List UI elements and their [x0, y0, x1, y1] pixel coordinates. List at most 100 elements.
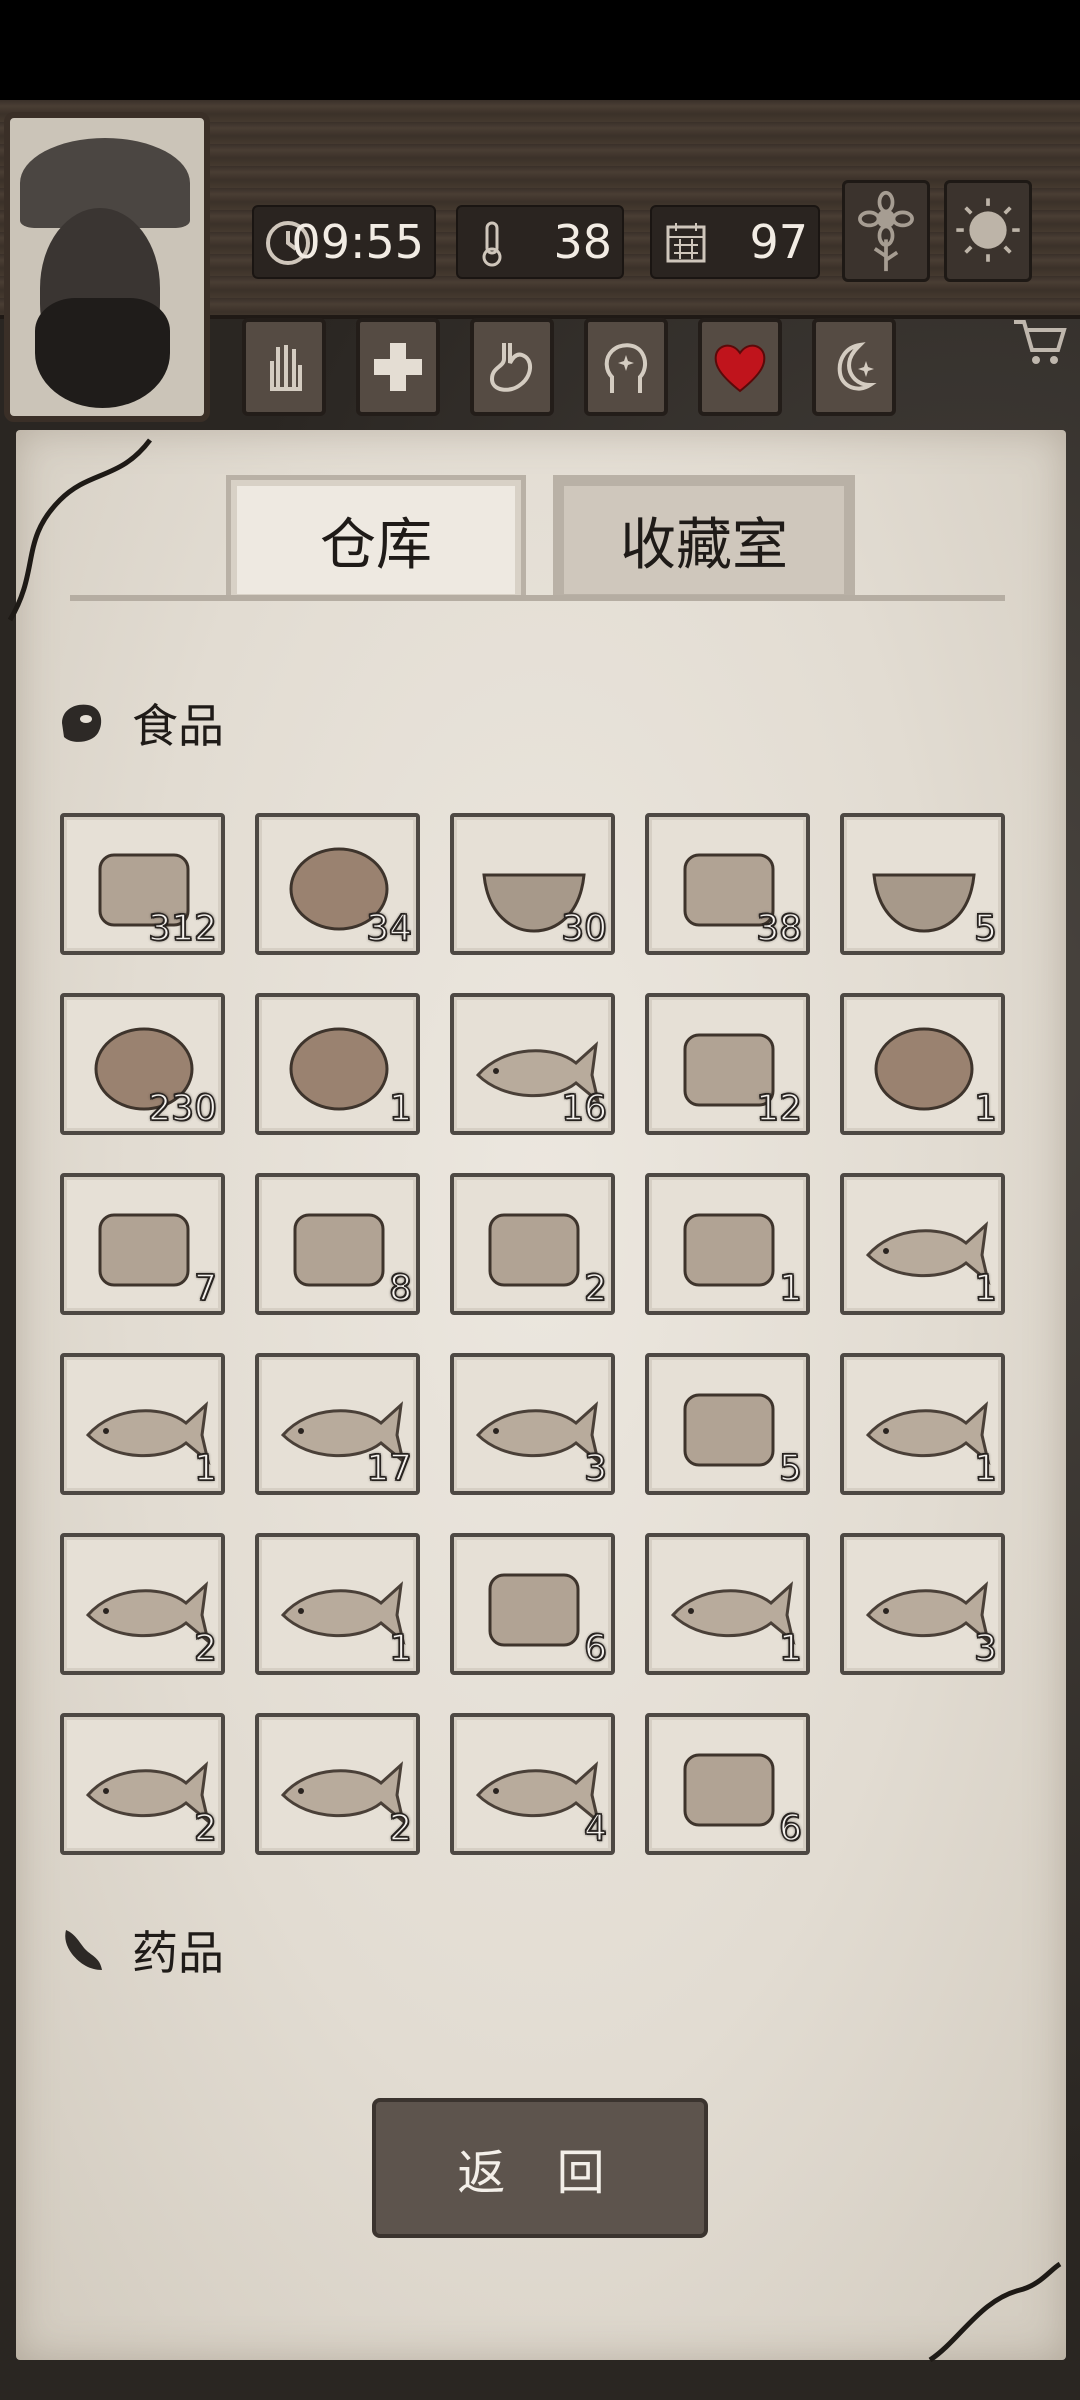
item-count: 312 — [148, 907, 218, 950]
tab-warehouse[interactable]: 仓库 — [226, 475, 526, 600]
food-item-coconut[interactable]: 34 — [255, 813, 420, 955]
item-count: 30 — [560, 907, 607, 950]
sunflower-button[interactable] — [842, 180, 930, 282]
item-count: 1 — [973, 1267, 997, 1310]
plus-icon — [374, 343, 422, 391]
item-count: 3 — [583, 1447, 607, 1490]
hand-status-button[interactable] — [242, 318, 326, 416]
calendar-icon — [666, 223, 706, 263]
food-item-dried-fish[interactable]: 16 — [450, 993, 615, 1135]
food-item-angelfish[interactable]: 2 — [255, 1713, 420, 1855]
item-count: 12 — [755, 1087, 802, 1130]
heart-status-button[interactable] — [698, 318, 782, 416]
saury-icon — [865, 1581, 991, 1645]
stomach-icon — [489, 343, 532, 392]
item-count: 16 — [560, 1087, 607, 1130]
food-item-butterflyfish[interactable]: 3 — [450, 1353, 615, 1495]
food-item-nut-bowl[interactable]: 5 — [840, 813, 1005, 955]
angelfish-icon — [280, 1761, 406, 1825]
food-item-crab[interactable]: 6 — [450, 1533, 615, 1675]
food-item-honeycomb[interactable]: 38 — [645, 813, 810, 955]
item-count: 2 — [193, 1627, 217, 1670]
food-item-bacon[interactable]: 12 — [645, 993, 810, 1135]
item-count: 2 — [583, 1267, 607, 1310]
meat-icon — [62, 704, 102, 742]
section-food-label: 食品 — [132, 699, 224, 753]
hunger-status-button[interactable] — [470, 318, 554, 416]
heart-icon — [714, 344, 766, 393]
food-item-potato[interactable]: 230 — [60, 993, 225, 1135]
item-count: 7 — [193, 1267, 217, 1310]
food-item-meat[interactable]: 312 — [60, 813, 225, 955]
thermometer-icon — [482, 221, 502, 267]
section-medicine-label: 药品 — [132, 1926, 224, 1980]
character-portrait[interactable] — [4, 112, 210, 422]
santa-figure-icon — [488, 1213, 580, 1287]
food-item-sea-cucumber[interactable]: 1 — [645, 1173, 810, 1315]
weather-sun-button[interactable] — [944, 180, 1032, 282]
food-item-santa-figure[interactable]: 2 — [450, 1173, 615, 1315]
item-count: 34 — [365, 907, 412, 950]
food-item-saury[interactable]: 3 — [840, 1533, 1005, 1675]
days-value: 97 — [749, 215, 808, 269]
temperature-display: 38 — [456, 205, 624, 279]
food-item-trout[interactable]: 2 — [60, 1713, 225, 1855]
days-display: 97 — [650, 205, 820, 279]
item-count: 1 — [973, 1087, 997, 1130]
item-count: 3 — [973, 1627, 997, 1670]
health-status-button[interactable] — [356, 318, 440, 416]
crab-icon — [488, 1573, 580, 1647]
food-item-mackerel[interactable]: 1 — [645, 1533, 810, 1675]
mental-status-button[interactable] — [584, 318, 668, 416]
item-count: 38 — [755, 907, 802, 950]
moon-icon — [837, 342, 877, 391]
tab-collection-label: 收藏室 — [620, 512, 788, 578]
food-item-pufferfish[interactable]: 1 — [840, 1173, 1005, 1315]
butterflyfish-icon — [475, 1401, 601, 1465]
hand-icon — [270, 345, 302, 391]
food-item-lobster[interactable]: 5 — [645, 1353, 810, 1495]
item-count: 1 — [973, 1447, 997, 1490]
item-count: 6 — [583, 1627, 607, 1670]
food-item-squid[interactable]: 6 — [645, 1713, 810, 1855]
food-item-tilapia[interactable]: 1 — [840, 1353, 1005, 1495]
back-button-label: 返 回 — [457, 2145, 623, 2201]
tilapia-icon — [865, 1401, 991, 1465]
food-item-bean[interactable]: 1 — [255, 993, 420, 1135]
food-item-candy-cane[interactable]: 8 — [255, 1173, 420, 1315]
sun-icon — [956, 198, 1020, 262]
shop-cart-icon[interactable] — [1010, 310, 1070, 370]
food-item-cod[interactable]: 4 — [450, 1713, 615, 1855]
food-item-shrimp[interactable]: 1 — [60, 1353, 225, 1495]
lobster-icon — [683, 1393, 775, 1467]
item-count: 5 — [778, 1447, 802, 1490]
catfish-icon — [85, 1581, 211, 1645]
item-count: 1 — [193, 1447, 217, 1490]
food-item-berries[interactable]: 1 — [840, 993, 1005, 1135]
item-count: 8 — [388, 1267, 412, 1310]
pufferfish-icon — [865, 1221, 991, 1285]
time-display: 09:55 — [252, 205, 436, 279]
sleep-status-button[interactable] — [812, 318, 896, 416]
tab-underline — [70, 595, 1005, 601]
item-count: 6 — [778, 1807, 802, 1850]
status-bar — [0, 0, 1080, 100]
back-button[interactable]: 返 回 — [372, 2098, 708, 2238]
time-value: 09:55 — [291, 215, 424, 269]
item-count: 230 — [148, 1087, 218, 1130]
food-item-eel[interactable]: 1 — [255, 1533, 420, 1675]
brain-icon — [604, 343, 648, 393]
sunflower-icon — [858, 190, 914, 272]
food-item-salmon[interactable]: 17 — [255, 1353, 420, 1495]
food-item-gingerbread-man[interactable]: 7 — [60, 1173, 225, 1315]
item-count: 2 — [193, 1807, 217, 1850]
item-count: 17 — [365, 1447, 412, 1490]
item-count: 1 — [778, 1627, 802, 1670]
tab-collection[interactable]: 收藏室 — [553, 475, 855, 600]
squid-icon — [683, 1753, 775, 1827]
food-item-catfish[interactable]: 2 — [60, 1533, 225, 1675]
item-count: 1 — [388, 1087, 412, 1130]
vine-decoration-bottom — [928, 2261, 1062, 2363]
item-count: 1 — [778, 1267, 802, 1310]
food-item-soup-bowl[interactable]: 30 — [450, 813, 615, 955]
